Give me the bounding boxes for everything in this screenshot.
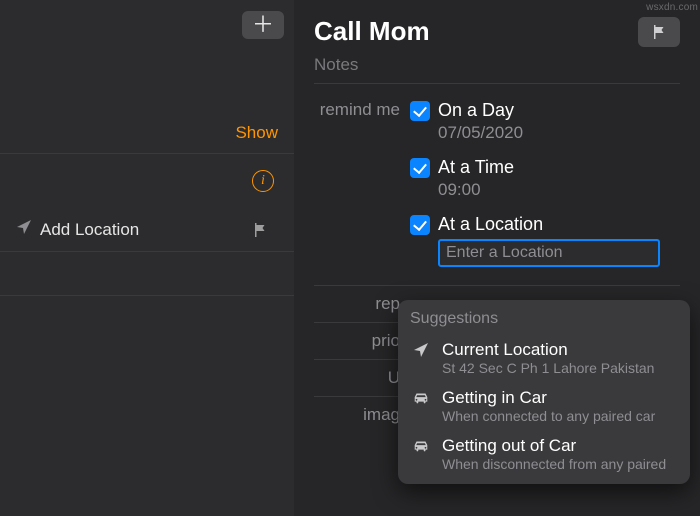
sidebar: ＋ Show i Add Location xyxy=(0,0,294,516)
flag-button[interactable] xyxy=(638,17,680,47)
list-item[interactable] xyxy=(0,252,294,296)
suggestion-title: Getting out of Car xyxy=(442,436,678,456)
at-a-time-label: At a Time xyxy=(438,157,514,178)
location-arrow-icon xyxy=(16,219,32,240)
on-a-day-label: On a Day xyxy=(438,100,514,121)
flag-icon xyxy=(651,24,667,40)
flag-icon xyxy=(252,222,268,238)
checkbox-at-a-location[interactable] xyxy=(410,215,430,235)
remind-me-label: remind me xyxy=(314,100,410,281)
watermark: wsxdn.com xyxy=(646,2,698,13)
suggestion-title: Current Location xyxy=(442,340,678,360)
at-a-location-label: At a Location xyxy=(438,214,543,235)
add-location-row[interactable]: Add Location xyxy=(0,208,294,252)
location-arrow-icon xyxy=(410,340,432,363)
images-label: imag xyxy=(314,405,410,425)
suggestion-getting-out-of-car[interactable]: Getting out of Car When disconnected fro… xyxy=(410,430,678,478)
notes-field[interactable]: Notes xyxy=(314,55,680,84)
location-input[interactable] xyxy=(438,239,660,267)
location-suggestions-popup: Suggestions Current Location St 42 Sec C… xyxy=(398,300,690,484)
flag-button[interactable] xyxy=(242,217,278,243)
suggestion-title: Getting in Car xyxy=(442,388,678,408)
info-icon[interactable]: i xyxy=(252,170,274,192)
add-reminder-button[interactable]: ＋ xyxy=(242,11,284,39)
car-icon xyxy=(410,388,432,410)
detail-panel: wsxdn.com Call Mom Notes remind me On a … xyxy=(294,0,700,516)
at-a-time-value[interactable]: 09:00 xyxy=(438,180,680,200)
checkbox-at-a-time[interactable] xyxy=(410,158,430,178)
suggestion-subtitle: When disconnected from any paired xyxy=(442,456,678,472)
suggestion-current-location[interactable]: Current Location St 42 Sec C Ph 1 Lahore… xyxy=(410,334,678,382)
checkbox-on-a-day[interactable] xyxy=(410,101,430,121)
add-location-label: Add Location xyxy=(40,220,139,240)
plus-icon: ＋ xyxy=(252,14,274,36)
show-completed-toggle[interactable]: Show xyxy=(235,123,278,143)
on-a-day-value[interactable]: 07/05/2020 xyxy=(438,123,680,143)
url-label: U xyxy=(314,368,410,388)
suggestion-subtitle: When connected to any paired car xyxy=(442,408,678,424)
reminder-title[interactable]: Call Mom xyxy=(314,16,430,47)
list-item[interactable]: i xyxy=(0,154,294,208)
suggestion-getting-in-car[interactable]: Getting in Car When connected to any pai… xyxy=(410,382,678,430)
suggestion-subtitle: St 42 Sec C Ph 1 Lahore Pakistan xyxy=(442,360,678,376)
suggestions-title: Suggestions xyxy=(410,310,678,328)
repeat-label: rep xyxy=(314,294,410,314)
car-icon xyxy=(410,436,432,458)
priority-label: prio xyxy=(314,331,410,351)
